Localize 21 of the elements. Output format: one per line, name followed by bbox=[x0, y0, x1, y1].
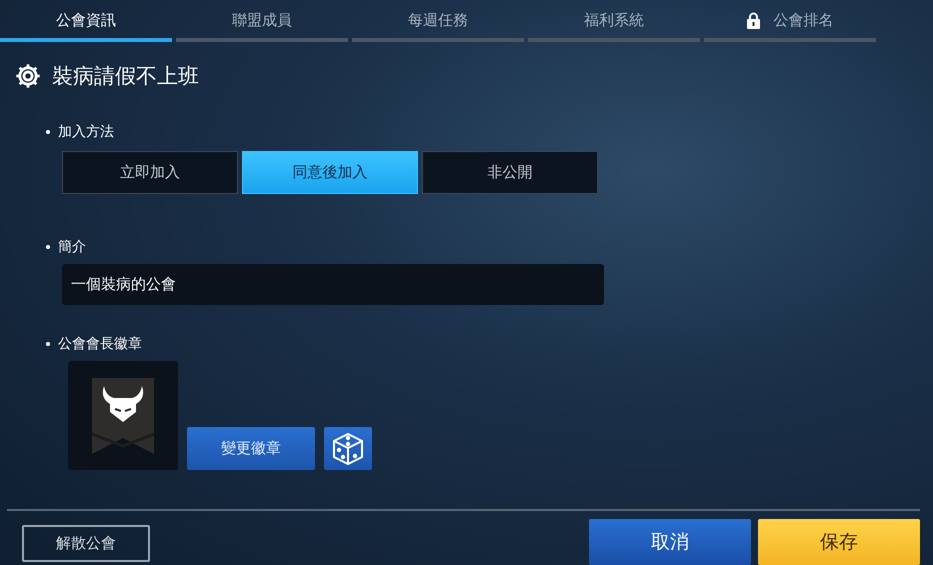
guild-name: 裝病請假不上班 bbox=[52, 63, 199, 90]
disband-guild-button[interactable]: 解散公會 bbox=[22, 524, 150, 562]
tab[interactable]: 公會資訊 bbox=[0, 0, 172, 42]
section-label: 公會會長徽章 bbox=[46, 335, 933, 353]
tab[interactable]: 福利系統 bbox=[528, 0, 700, 42]
change-badge-button[interactable]: 變更徽章 bbox=[187, 427, 315, 470]
dice-icon bbox=[331, 432, 365, 466]
section-label: 簡介 bbox=[46, 238, 933, 256]
cancel-button[interactable]: 取消 bbox=[589, 519, 751, 565]
join-option[interactable]: 立即加入 bbox=[62, 151, 238, 194]
join-option[interactable]: 非公開 bbox=[422, 151, 598, 194]
tab[interactable]: 每週任務 bbox=[352, 0, 524, 42]
lock-icon bbox=[746, 12, 760, 28]
save-button[interactable]: 保存 bbox=[758, 519, 920, 565]
random-dice-button[interactable] bbox=[324, 427, 372, 470]
tab[interactable]: 公會排名 bbox=[704, 0, 876, 42]
join-option[interactable]: 同意後加入 bbox=[242, 151, 418, 194]
settings-icon bbox=[14, 62, 42, 90]
section-label: 加入方法 bbox=[46, 123, 933, 141]
intro-field[interactable]: 一個裝病的公會 bbox=[62, 264, 604, 305]
tab[interactable]: 聯盟成員 bbox=[176, 0, 348, 42]
